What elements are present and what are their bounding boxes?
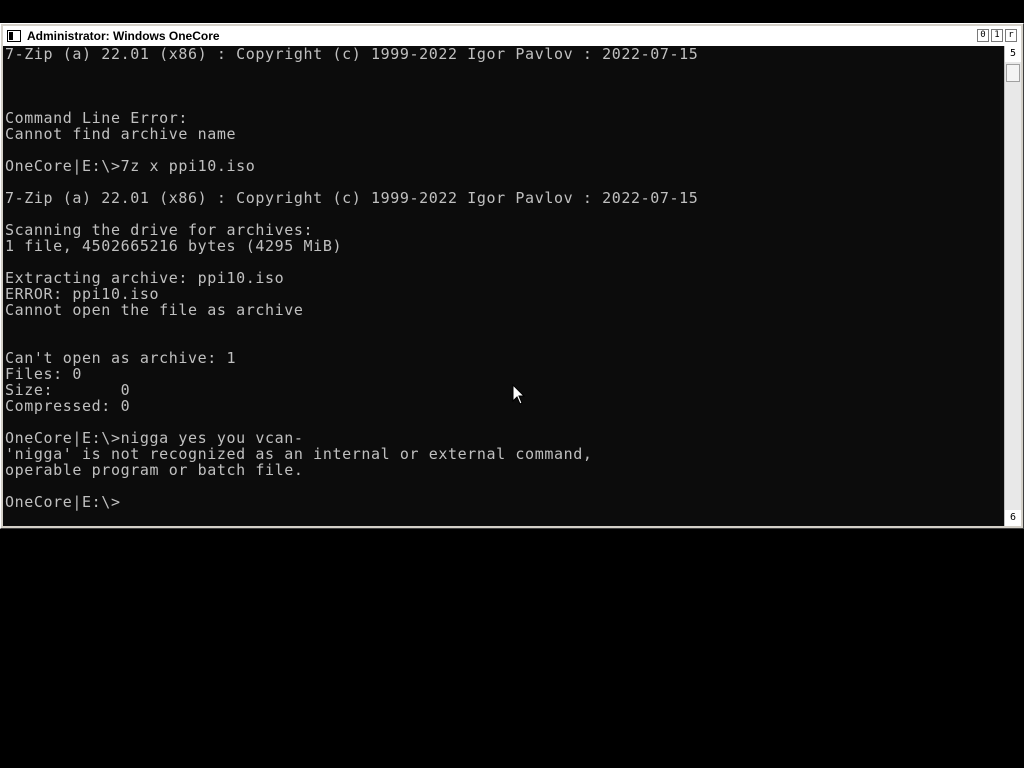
vertical-scrollbar[interactable]: 5 6 xyxy=(1004,46,1021,526)
console-output[interactable]: 7-Zip (a) 22.01 (x86) : Copyright (c) 19… xyxy=(3,46,1004,526)
console-line: Cannot open the file as archive xyxy=(5,301,304,319)
console-app-icon[interactable] xyxy=(7,30,21,42)
console-line: Cannot find archive name xyxy=(5,125,237,143)
console-line: OneCore|E:\> xyxy=(5,493,121,511)
console-line: Files: 0 xyxy=(5,365,83,383)
title-bar[interactable]: Administrator: Windows OneCore 0 1 r xyxy=(3,26,1021,46)
window-title: Administrator: Windows OneCore xyxy=(27,29,220,43)
console-line: Size: 0 xyxy=(5,381,131,399)
maximize-button[interactable]: 1 xyxy=(991,29,1003,42)
console-line: operable program or batch file. xyxy=(5,461,304,479)
mouse-pointer-icon xyxy=(512,384,526,405)
scroll-thumb[interactable] xyxy=(1006,64,1020,82)
console-line: 'nigga' is not recognized as an internal… xyxy=(5,445,593,463)
console-line: Can't open as archive: 1 xyxy=(5,349,237,367)
console-line: 1 file, 4502665216 bytes (4295 MiB) xyxy=(5,237,343,255)
console-line: Command Line Error: xyxy=(5,109,188,127)
close-button[interactable]: r xyxy=(1005,29,1017,42)
console-line: Scanning the drive for archives: xyxy=(5,221,314,239)
console-line: OneCore|E:\>7z x ppi10.iso xyxy=(5,157,256,175)
console-window: Administrator: Windows OneCore 0 1 r 7-Z… xyxy=(0,23,1024,529)
console-line: 7-Zip (a) 22.01 (x86) : Copyright (c) 19… xyxy=(5,189,699,207)
minimize-button[interactable]: 0 xyxy=(977,29,989,42)
window-controls: 0 1 r xyxy=(977,29,1017,42)
scroll-down-button[interactable]: 6 xyxy=(1005,510,1021,526)
console-line: 7-Zip (a) 22.01 (x86) : Copyright (c) 19… xyxy=(5,46,699,63)
scroll-up-button[interactable]: 5 xyxy=(1005,46,1021,62)
console-line: OneCore|E:\>nigga yes you vcan- xyxy=(5,429,304,447)
console-line: Extracting archive: ppi10.iso xyxy=(5,269,285,287)
console-text: 7-Zip (a) 22.01 (x86) : Copyright (c) 19… xyxy=(3,46,1004,510)
console-line: ERROR: ppi10.iso xyxy=(5,285,160,303)
console-line: Compressed: 0 xyxy=(5,397,131,415)
